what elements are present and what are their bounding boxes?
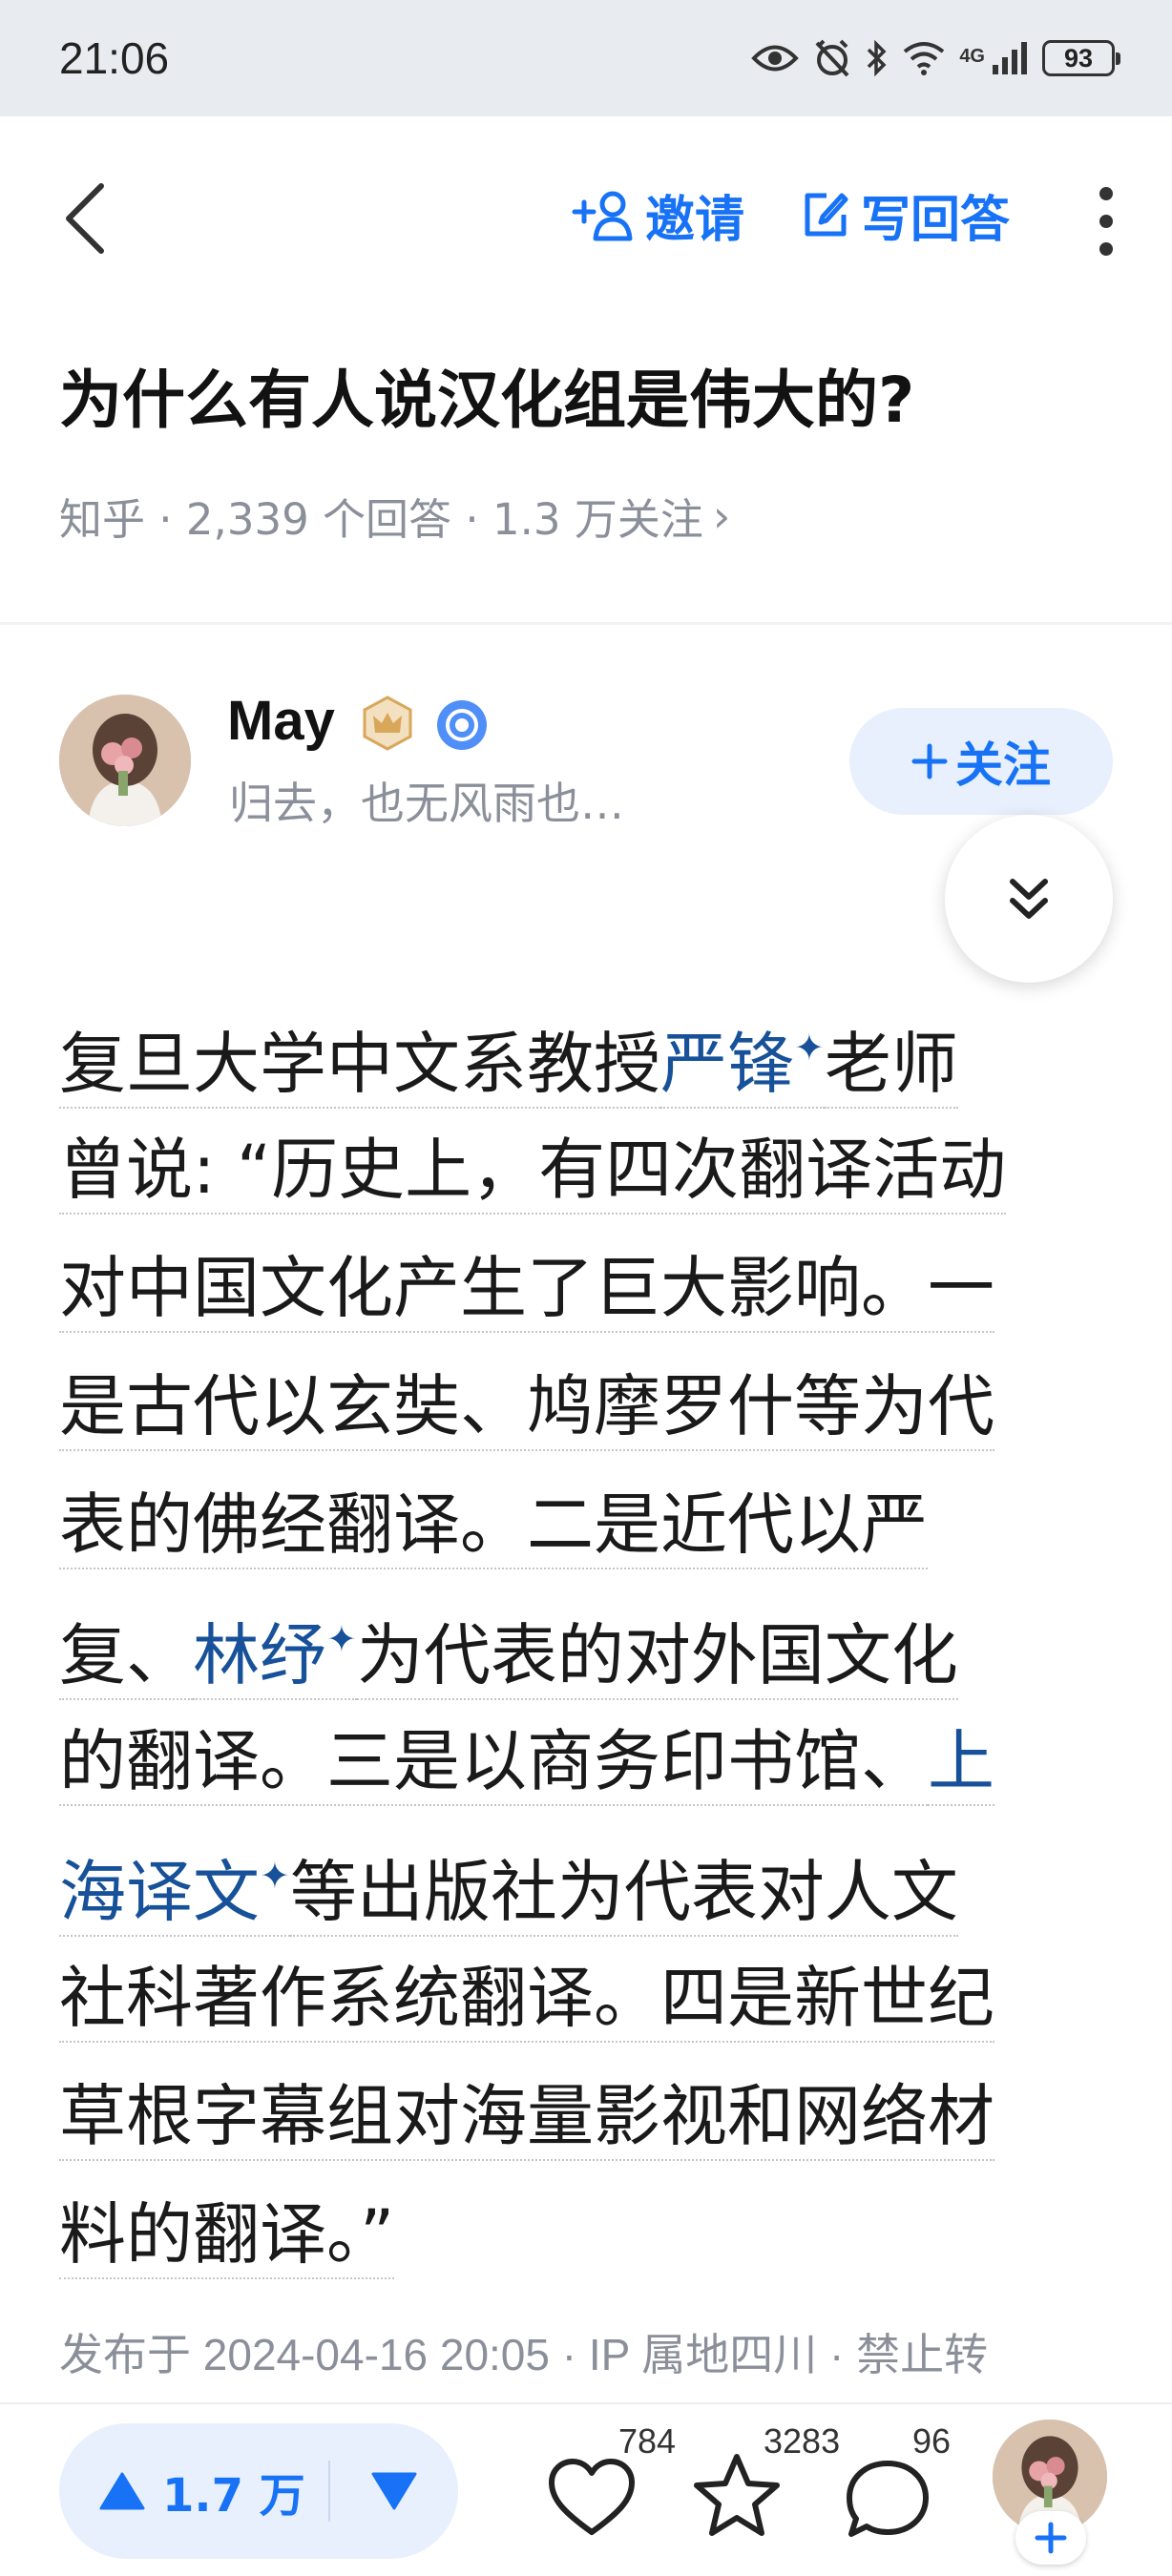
signal-icon (991, 40, 1029, 76)
triangle-down-icon (371, 2472, 417, 2510)
like-button[interactable] (546, 2458, 638, 2542)
keyword-link-text: 上 (928, 1722, 994, 1800)
answer-line: 复、林纾✦为代表的对外国文化 (59, 1584, 1090, 1702)
answer-line: 料的翻译。” (59, 2175, 1090, 2294)
keyword-link[interactable]: 严锋✦ (660, 1025, 825, 1110)
link-mark-icon: ✦ (260, 1855, 290, 1897)
write-answer-button[interactable]: 写回答 (800, 179, 1010, 251)
downvote-button[interactable] (330, 2471, 458, 2511)
answer-line: 复旦大学中文系教授严锋✦老师 (59, 992, 1090, 1111)
collect-count: 3283 (764, 2421, 841, 2461)
upvote-count: 1.7 万 (162, 2469, 305, 2523)
question-meta[interactable]: 知乎 · 2,339 个回答 · 1.3 万关注 › (59, 485, 730, 547)
write-answer-label: 写回答 (860, 192, 1010, 249)
status-icons: 4G 93 (751, 38, 1120, 78)
answer-page: 21:06 4G 93 邀请 写回答 为什么有人说汉化组是伟大的? 知乎 · 2… (0, 0, 1172, 2576)
upvote-button[interactable]: 1.7 万 (59, 2458, 328, 2524)
answer-text: 料的翻译。” (59, 2195, 395, 2279)
more-dot-icon (1099, 215, 1113, 228)
answer-text: 曾说: “历史上，有四次翻译活动 (59, 1131, 1007, 1215)
author-name[interactable]: May (227, 689, 335, 753)
keyword-link-text: 海译文 (59, 1853, 260, 1932)
answer-body: 复旦大学中文系教授严锋✦老师 曾说: “历史上，有四次翻译活动 对中国文化产生了… (59, 992, 1090, 2294)
keyword-link-text: 严锋 (660, 1025, 794, 1104)
more-dot-icon (1099, 242, 1113, 256)
like-count: 784 (618, 2421, 677, 2461)
keyword-link[interactable]: 林纾✦ (193, 1616, 357, 1701)
keyword-link[interactable]: 上 (928, 1722, 994, 1806)
follow-button[interactable]: 关注 (849, 708, 1113, 815)
publish-info: 发布于 2024-04-16 20:05 · IP 属地四川 · 禁止转 (59, 2330, 989, 2379)
answer-text: 复旦大学中文系教授 (59, 1025, 660, 1110)
double-chevron-down-icon (1010, 879, 1048, 919)
answer-text: 的翻译。三是以商务印书馆、 (59, 1722, 928, 1806)
answer-line: 社科著作系统翻译。四是新世纪 (59, 1939, 1090, 2057)
keyword-link-text: 林纾 (193, 1616, 326, 1695)
back-button[interactable] (61, 176, 137, 261)
more-dot-icon (1099, 187, 1113, 200)
author-avatar[interactable] (59, 695, 191, 826)
edit-icon (805, 193, 848, 236)
answer-line: 对中国文化产生了巨大影响。一 (59, 1229, 1090, 1347)
answer-line: 草根字幕组对海量影视和网络材 (59, 2057, 1090, 2175)
question-title[interactable]: 为什么有人说汉化组是伟大的? (59, 363, 1109, 438)
invite-label: 邀请 (644, 192, 744, 249)
answer-text: 社科著作系统翻译。四是新世纪 (59, 1959, 994, 2043)
invite-button[interactable]: 邀请 (571, 179, 744, 251)
link-mark-icon: ✦ (794, 1027, 825, 1069)
status-bar: 21:06 4G 93 (0, 0, 1172, 116)
answer-line: 海译文✦等出版社为代表对人文 (59, 1820, 1090, 1939)
answer-text: 等出版社为代表对人文 (289, 1853, 958, 1938)
nav-actions: 邀请 写回答 (571, 179, 1010, 251)
author-bio: 归去，也无风雨也… (229, 778, 624, 829)
follow-label: 关注 (955, 737, 1051, 793)
add-user-icon (572, 191, 633, 240)
answer-text: 对中国文化产生了巨大影响。一 (59, 1249, 994, 1333)
plus-icon (911, 743, 948, 779)
heart-icon (549, 2459, 635, 2535)
triangle-up-icon (99, 2472, 145, 2510)
follow-author-button[interactable] (1015, 2511, 1086, 2565)
eye-icon (751, 42, 800, 74)
network-4g-label: 4G (959, 46, 985, 67)
verified-badge-icon[interactable] (435, 698, 489, 756)
answer-line: 曾说: “历史上，有四次翻译活动 (59, 1111, 1090, 1229)
comment-count: 96 (912, 2421, 952, 2461)
chevron-right-icon: › (712, 489, 731, 542)
answer-line: 的翻译。三是以商务印书馆、上 (59, 1702, 1090, 1820)
alarm-off-icon (812, 38, 852, 78)
battery-icon: 93 (1042, 40, 1120, 76)
comment-button[interactable] (844, 2458, 931, 2544)
top-nav: 邀请 写回答 (0, 116, 1172, 307)
divider (0, 2402, 1172, 2404)
answer-text: 草根字幕组对海量影视和网络材 (59, 2077, 994, 2161)
vote-control: 1.7 万 (59, 2423, 458, 2559)
status-time: 21:06 (59, 33, 170, 83)
question-meta-text: 知乎 · 2,339 个回答 · 1.3 万关注 (59, 494, 703, 545)
collapse-answer-button[interactable] (945, 815, 1113, 983)
answer-line: 表的佛经翻译。二是近代以严 (59, 1465, 1090, 1584)
comment-bubble-icon (847, 2461, 929, 2537)
keyword-link[interactable]: 海译文✦ (59, 1853, 290, 1938)
answer-text: 为代表的对外国文化 (356, 1616, 958, 1701)
answer-text: 复、 (59, 1616, 193, 1701)
battery-level: 93 (1063, 43, 1094, 73)
more-options-button[interactable] (1082, 177, 1130, 265)
wifi-icon (902, 40, 946, 76)
crown-badge-icon[interactable] (359, 695, 416, 756)
collect-button[interactable] (691, 2452, 783, 2544)
answer-text: 老师 (824, 1025, 958, 1110)
divider (0, 622, 1172, 625)
answer-line: 是古代以玄奘、鸠摩罗什等为代 (59, 1347, 1090, 1465)
answer-text: 是古代以玄奘、鸠摩罗什等为代 (59, 1367, 994, 1451)
star-icon (694, 2454, 780, 2536)
plus-icon (1035, 2522, 1067, 2554)
back-arrow-icon (66, 183, 104, 254)
bluetooth-icon (866, 38, 889, 78)
link-mark-icon: ✦ (326, 1618, 357, 1660)
avatar-photo (59, 695, 191, 826)
answer-text: 表的佛经翻译。二是近代以严 (59, 1485, 928, 1569)
